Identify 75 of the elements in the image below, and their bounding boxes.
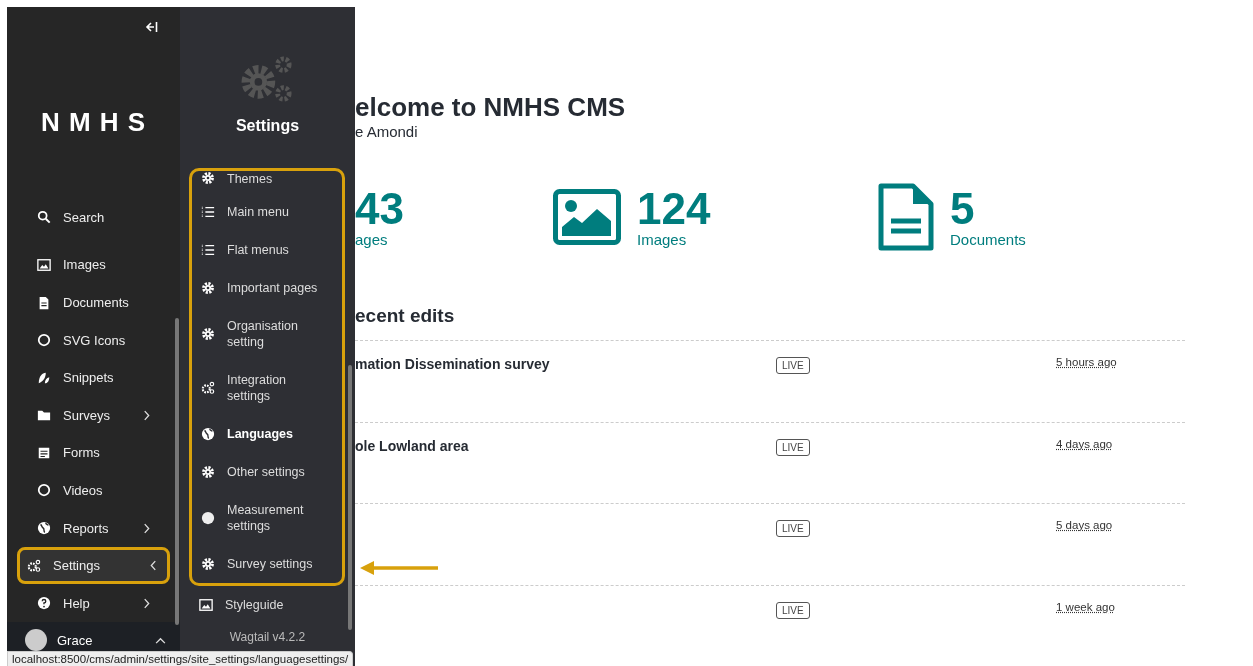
stat-count: 43 [355, 186, 404, 231]
image-icon [199, 598, 213, 612]
submenu-item[interactable]: Organisation setting [192, 307, 342, 361]
submenu-item[interactable]: Main menu [192, 193, 342, 231]
circle-outline-icon [37, 483, 51, 498]
scrollbar[interactable] [348, 365, 352, 630]
image-icon [37, 257, 51, 272]
panel-title: Settings [235, 117, 300, 135]
globe-icon [37, 521, 51, 536]
chevron-up-icon [155, 636, 166, 644]
section-heading: ecent edits [355, 304, 456, 328]
globe-icon [201, 427, 215, 441]
stat-count: 5 [950, 186, 976, 231]
stat-label[interactable]: ages [355, 230, 404, 248]
submenu-item[interactable]: Flat menus [192, 231, 342, 269]
scrollbar[interactable] [175, 318, 179, 625]
image-icon [553, 189, 621, 245]
submenu-item[interactable]: Integration settings [192, 361, 342, 415]
submenu-item[interactable]: Languages [192, 415, 342, 453]
sidebar-item[interactable]: Documents [17, 283, 170, 322]
sidebar-item[interactable]: Search [17, 198, 170, 237]
edit-time: 1 week ago [1056, 600, 1115, 613]
sidebar-item[interactable]: Snippets [17, 358, 170, 397]
submenu-item[interactable]: Themes [192, 171, 342, 193]
gears-icon [201, 381, 215, 395]
stat-count: 124 [637, 186, 711, 231]
sidebar-item[interactable]: SVG Icons [17, 321, 170, 359]
edit-time: 5 days ago [1056, 519, 1113, 531]
submenu-item[interactable]: Survey settings [192, 545, 342, 583]
sidebar-item[interactable]: Surveys [17, 396, 170, 435]
welcome-subtitle: e Amondi [355, 123, 419, 140]
stat-label[interactable]: Images [637, 230, 711, 248]
circle-outline-icon [37, 333, 51, 348]
edit-time: 5 hours ago [1056, 356, 1117, 368]
page-title-link[interactable]: ole Lowland area [355, 437, 469, 454]
document-icon [878, 183, 934, 251]
help-icon [37, 596, 51, 611]
document-icon [37, 295, 51, 310]
status-tag: LIVE [776, 601, 810, 619]
gear-icon [201, 171, 215, 185]
version-text: Wagtail v4.2.2 [228, 630, 307, 644]
stat-label[interactable]: Documents [950, 230, 1026, 248]
page-title-link[interactable]: mation Dissemination survey [355, 356, 550, 372]
search-icon [37, 210, 51, 225]
status-tag: LIVE [776, 520, 810, 537]
sidebar-item[interactable]: Settings [17, 546, 170, 585]
list-icon [201, 243, 215, 257]
page-heading: elcome to NMHS CMS [355, 91, 627, 123]
status-tag: LIVE [776, 357, 810, 374]
sidebar-item[interactable]: Videos [17, 471, 170, 510]
dot-icon [201, 511, 215, 525]
edit-time: 4 days ago [1056, 437, 1113, 450]
gear-icon [201, 557, 215, 571]
gear-icon [201, 327, 215, 341]
status-url-tooltip: localhost:8500/cms/admin/settings/site_settings/languagesettings/ [7, 651, 354, 666]
sidebar-item[interactable]: Forms [17, 434, 170, 472]
list-icon [201, 205, 215, 219]
submenu-item[interactable]: Measurement settings [192, 491, 342, 545]
sidebar-item[interactable]: Reports [17, 509, 170, 547]
folder-icon [37, 408, 51, 423]
gear-icon [201, 281, 215, 295]
sidebar-item[interactable]: Images [17, 246, 170, 284]
sidebar-item[interactable]: Help [17, 584, 170, 623]
status-tag: LIVE [776, 438, 810, 456]
gear-icon [201, 465, 215, 479]
submenu-item[interactable]: Important pages [192, 269, 342, 307]
user-menu[interactable]: Grace [7, 628, 180, 652]
leaf-icon [37, 370, 51, 385]
gears-icon [27, 558, 41, 573]
form-icon [37, 445, 51, 460]
logo[interactable]: N M H S [40, 107, 147, 139]
collapse-icon[interactable] [144, 20, 158, 33]
submenu-item[interactable]: Other settings [192, 453, 342, 491]
avatar [25, 629, 47, 652]
submenu-item[interactable]: Styleguide [180, 586, 355, 624]
